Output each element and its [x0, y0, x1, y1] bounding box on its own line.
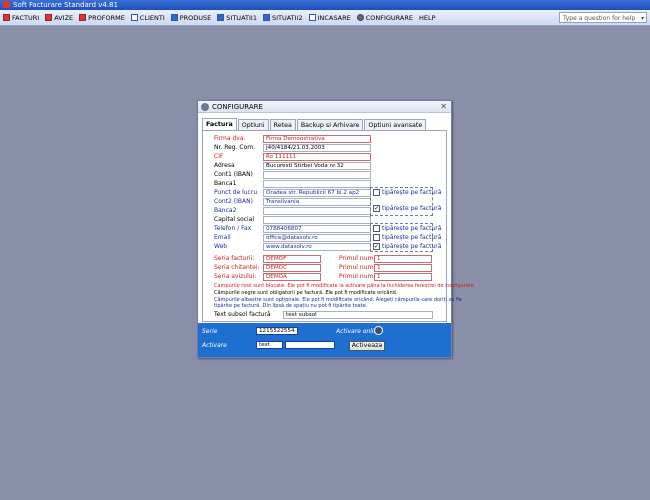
web-input[interactable]: www.datasolv.ro — [263, 243, 371, 251]
print-check-email[interactable] — [373, 234, 380, 241]
dialog-title-bar: CONFIGURARE ✕ — [198, 101, 451, 113]
activation-panel: Serie 1215522554 Activare online Activar… — [198, 323, 451, 357]
note-red: Campurile rosii sunt blocate. Ele pot fi… — [214, 283, 476, 289]
globe-icon[interactable] — [374, 326, 383, 335]
email-input[interactable]: office@datasolv.ro — [263, 234, 371, 242]
cont1-input[interactable] — [263, 171, 371, 179]
cont1-label: Cont1 (IBAN) — [214, 171, 253, 178]
primul-numar-chitanta-input[interactable]: 1 — [374, 264, 432, 272]
dialog-title: CONFIGURARE — [212, 103, 263, 111]
adresa-input[interactable]: Bucuresti Stirbei Voda nr.32 — [263, 162, 371, 170]
print-check-web[interactable]: ✓ — [373, 243, 380, 250]
serie-aviz-label: Seria avizului: — [214, 273, 257, 280]
menu-facturi[interactable]: FACTURI — [0, 11, 42, 25]
print-check-cont2[interactable]: ✓ — [373, 205, 380, 212]
serie-factura-label: Seria facturii: — [214, 255, 255, 262]
gear-icon — [201, 103, 209, 111]
banca1-label: Banca1 — [214, 180, 237, 187]
subsol-label: Text subsol factură — [214, 311, 271, 318]
capital-label: Capital social — [214, 216, 255, 223]
punct-label: Punct de lucru — [214, 189, 258, 196]
print-check-label: tipărește pe factură — [382, 243, 442, 250]
delivery-note-icon — [45, 14, 53, 21]
cif-label: CIF — [214, 153, 224, 160]
print-check-label: tipărește pe factură — [382, 225, 442, 232]
serie-label: Serie — [202, 328, 218, 335]
configurare-dialog: CONFIGURARE ✕ Factura Optiuni Retea Back… — [197, 100, 475, 358]
report-icon — [217, 14, 225, 21]
banca2-label: Banca2 — [214, 207, 237, 214]
factura-panel: Firma dva. Nr. Reg. Com. CIF Adresa Cont… — [202, 130, 475, 322]
serie-factura-input[interactable]: DEMOF — [263, 255, 321, 263]
menu-avize[interactable]: AVIZE — [42, 11, 76, 25]
invoice-icon — [3, 14, 10, 21]
cont2-label: Cont2 (IBAN) — [214, 198, 253, 205]
app-title-bar: Soft Facturare Standard v4.81 — [0, 0, 650, 10]
serie-input[interactable]: 1215522554 — [256, 327, 298, 335]
primul-numar-aviz-input[interactable]: 1 — [374, 273, 432, 281]
menu-help[interactable]: HELP — [416, 11, 439, 25]
telefon-input[interactable]: 0788406807 — [263, 225, 371, 233]
note-blue-2: tipărite pe factură. Din lipsă de spațiu… — [214, 303, 368, 309]
app-icon — [3, 1, 10, 8]
print-check-telefon[interactable] — [373, 225, 380, 232]
activeaza-button[interactable]: Activeaza — [349, 341, 385, 351]
email-label: Email — [214, 234, 231, 241]
menu-proforme[interactable]: PROFORME — [76, 11, 128, 25]
products-icon — [170, 14, 178, 21]
proforma-icon — [79, 14, 87, 21]
print-check-label: tipărește pe factură — [382, 205, 442, 212]
banca2-input[interactable] — [263, 207, 371, 215]
telefon-label: Telefon / Fax — [214, 225, 252, 232]
cod-label: Activare — [202, 342, 227, 349]
serie-aviz-input[interactable]: DEMOA — [263, 273, 321, 281]
menu-situatii1[interactable]: SITUATII1 — [214, 11, 260, 25]
payment-icon — [308, 14, 316, 21]
punct-input[interactable]: Oradea str. Republicii 67 bl.2 ap2 — [263, 189, 371, 197]
print-check-label: tipărește pe factură — [382, 234, 442, 241]
serie-chitanta-input[interactable]: DEMOC — [263, 264, 321, 272]
firma-input[interactable]: Firma Demonstrativa — [263, 135, 371, 143]
cont2-input[interactable]: Transilvania — [263, 198, 371, 206]
report-icon — [262, 14, 270, 21]
primul-numar-factura-input[interactable]: 1 — [374, 255, 432, 263]
menu-produse[interactable]: PRODUSE — [168, 11, 215, 25]
cod-input-2[interactable] — [285, 341, 335, 349]
menu-bar: FACTURI AVIZE PROFORME CLIENTI PRODUSE S… — [0, 10, 650, 26]
help-search-input[interactable]: Type a question for help ▾ — [559, 12, 647, 23]
print-check-punct[interactable] — [373, 189, 380, 196]
menu-incasare[interactable]: INCASARE — [306, 11, 354, 25]
chevron-down-icon[interactable]: ▾ — [641, 13, 644, 24]
cif-input[interactable]: Ro 111111 — [263, 153, 371, 161]
subsol-input[interactable]: text subsol — [283, 311, 433, 319]
web-label: Web — [214, 243, 228, 250]
serie-chitanta-label: Seria chitantei: — [214, 264, 260, 271]
adresa-label: Adresa — [214, 162, 235, 169]
firma-label: Firma dva. — [214, 135, 246, 142]
gear-icon — [356, 14, 364, 21]
menu-clienti[interactable]: CLIENTI — [128, 11, 168, 25]
close-icon[interactable]: ✕ — [440, 101, 447, 113]
menu-configurare[interactable]: CONFIGURARE — [354, 11, 416, 25]
menu-situatii2[interactable]: SITUATII2 — [260, 11, 306, 25]
note-black: Câmpurile negre sunt obligatorii pe fact… — [214, 290, 398, 296]
reg-label: Nr. Reg. Com. — [214, 144, 256, 151]
print-check-label: tipărește pe factură — [382, 189, 442, 196]
banca1-input[interactable] — [263, 180, 371, 188]
capital-input[interactable] — [263, 216, 371, 224]
app-title: Soft Facturare Standard v4.81 — [13, 1, 118, 9]
cod-input-1[interactable]: test — [256, 341, 283, 349]
reg-input[interactable]: J40/4184/21.03.2003 — [263, 144, 371, 152]
clients-icon — [130, 14, 138, 21]
